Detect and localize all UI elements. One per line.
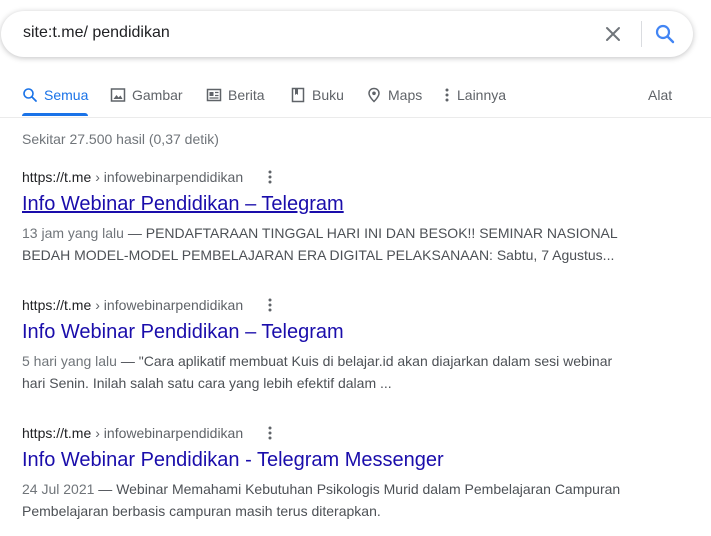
snippet-separator: — xyxy=(116,353,139,369)
search-input[interactable]: site:t.me/ pendidikan xyxy=(23,24,170,42)
tab-gambar[interactable]: Gambar xyxy=(110,78,183,116)
result-title-link[interactable]: Info Webinar Pendidikan – Telegram xyxy=(22,319,344,345)
book-icon xyxy=(291,87,305,103)
tab-label: Gambar xyxy=(132,87,183,103)
result-url-path: › infowebinarpendidikan xyxy=(95,169,244,185)
result-date: 24 Jul 2021 xyxy=(22,481,95,497)
map-pin-icon xyxy=(368,87,380,103)
vertical-dots-icon xyxy=(268,170,272,184)
result-title-link[interactable]: Info Webinar Pendidikan – Telegram xyxy=(22,191,344,217)
result-snippet: 13 jam yang lalu — PENDAFTARAAN TINGGAL … xyxy=(22,222,632,266)
result-date: 5 hari yang lalu xyxy=(22,353,117,369)
search-box[interactable]: site:t.me/ pendidikan xyxy=(1,11,693,57)
search-box-divider xyxy=(641,21,642,47)
search-icon xyxy=(23,88,37,102)
result-url[interactable]: https://t.me › infowebinarpendidikan xyxy=(22,423,662,443)
result-more-button[interactable] xyxy=(263,296,277,314)
search-icon xyxy=(655,24,675,44)
clear-search-button[interactable] xyxy=(601,22,625,46)
tab-berita[interactable]: Berita xyxy=(206,78,265,116)
search-tabs: Semua Gambar Berita Buku Maps Lainnya Al… xyxy=(0,78,711,118)
result-url[interactable]: https://t.me › infowebinarpendidikan xyxy=(22,167,662,187)
result-date: 13 jam yang lalu xyxy=(22,225,124,241)
vertical-dots-icon xyxy=(445,88,449,102)
tab-label: Semua xyxy=(44,87,89,103)
search-button[interactable] xyxy=(653,22,677,46)
vertical-dots-icon xyxy=(268,426,272,440)
search-result: https://t.me › infowebinarpendidikan Inf… xyxy=(22,423,662,522)
tab-label: Maps xyxy=(388,87,423,103)
result-title-link[interactable]: Info Webinar Pendidikan - Telegram Messe… xyxy=(22,447,444,473)
search-results-page: site:t.me/ pendidikan Semua Gambar Berit… xyxy=(0,0,711,536)
snippet-separator: — xyxy=(94,481,117,497)
result-url[interactable]: https://t.me › infowebinarpendidikan xyxy=(22,295,662,315)
result-url-path: › infowebinarpendidikan xyxy=(95,425,244,441)
tab-semua[interactable]: Semua xyxy=(22,78,89,116)
close-icon xyxy=(606,27,620,41)
tabs-divider xyxy=(0,117,711,118)
result-url-host: https://t.me xyxy=(22,297,92,313)
result-more-button[interactable] xyxy=(263,168,277,186)
tab-buku[interactable]: Buku xyxy=(290,78,344,116)
news-icon xyxy=(206,88,222,102)
vertical-dots-icon xyxy=(268,298,272,312)
search-result: https://t.me › infowebinarpendidikan Inf… xyxy=(22,167,662,266)
tab-label: Berita xyxy=(228,87,265,103)
tab-label: Buku xyxy=(312,87,344,103)
search-result: https://t.me › infowebinarpendidikan Inf… xyxy=(22,295,662,394)
tab-lainnya[interactable]: Lainnya xyxy=(443,78,506,116)
result-url-host: https://t.me xyxy=(22,169,92,185)
result-snippet: 24 Jul 2021 — Webinar Memahami Kebutuhan… xyxy=(22,478,632,522)
result-stats: Sekitar 27.500 hasil (0,37 detik) xyxy=(22,131,219,147)
result-more-button[interactable] xyxy=(263,424,277,442)
tools-button[interactable]: Alat xyxy=(648,87,672,103)
image-icon xyxy=(110,88,126,102)
snippet-separator: — xyxy=(123,225,146,241)
result-url-host: https://t.me xyxy=(22,425,92,441)
tab-label: Lainnya xyxy=(457,87,507,103)
tab-maps[interactable]: Maps xyxy=(366,78,422,116)
result-url-path: › infowebinarpendidikan xyxy=(95,297,244,313)
result-snippet: 5 hari yang lalu — "Cara aplikatif membu… xyxy=(22,350,632,394)
